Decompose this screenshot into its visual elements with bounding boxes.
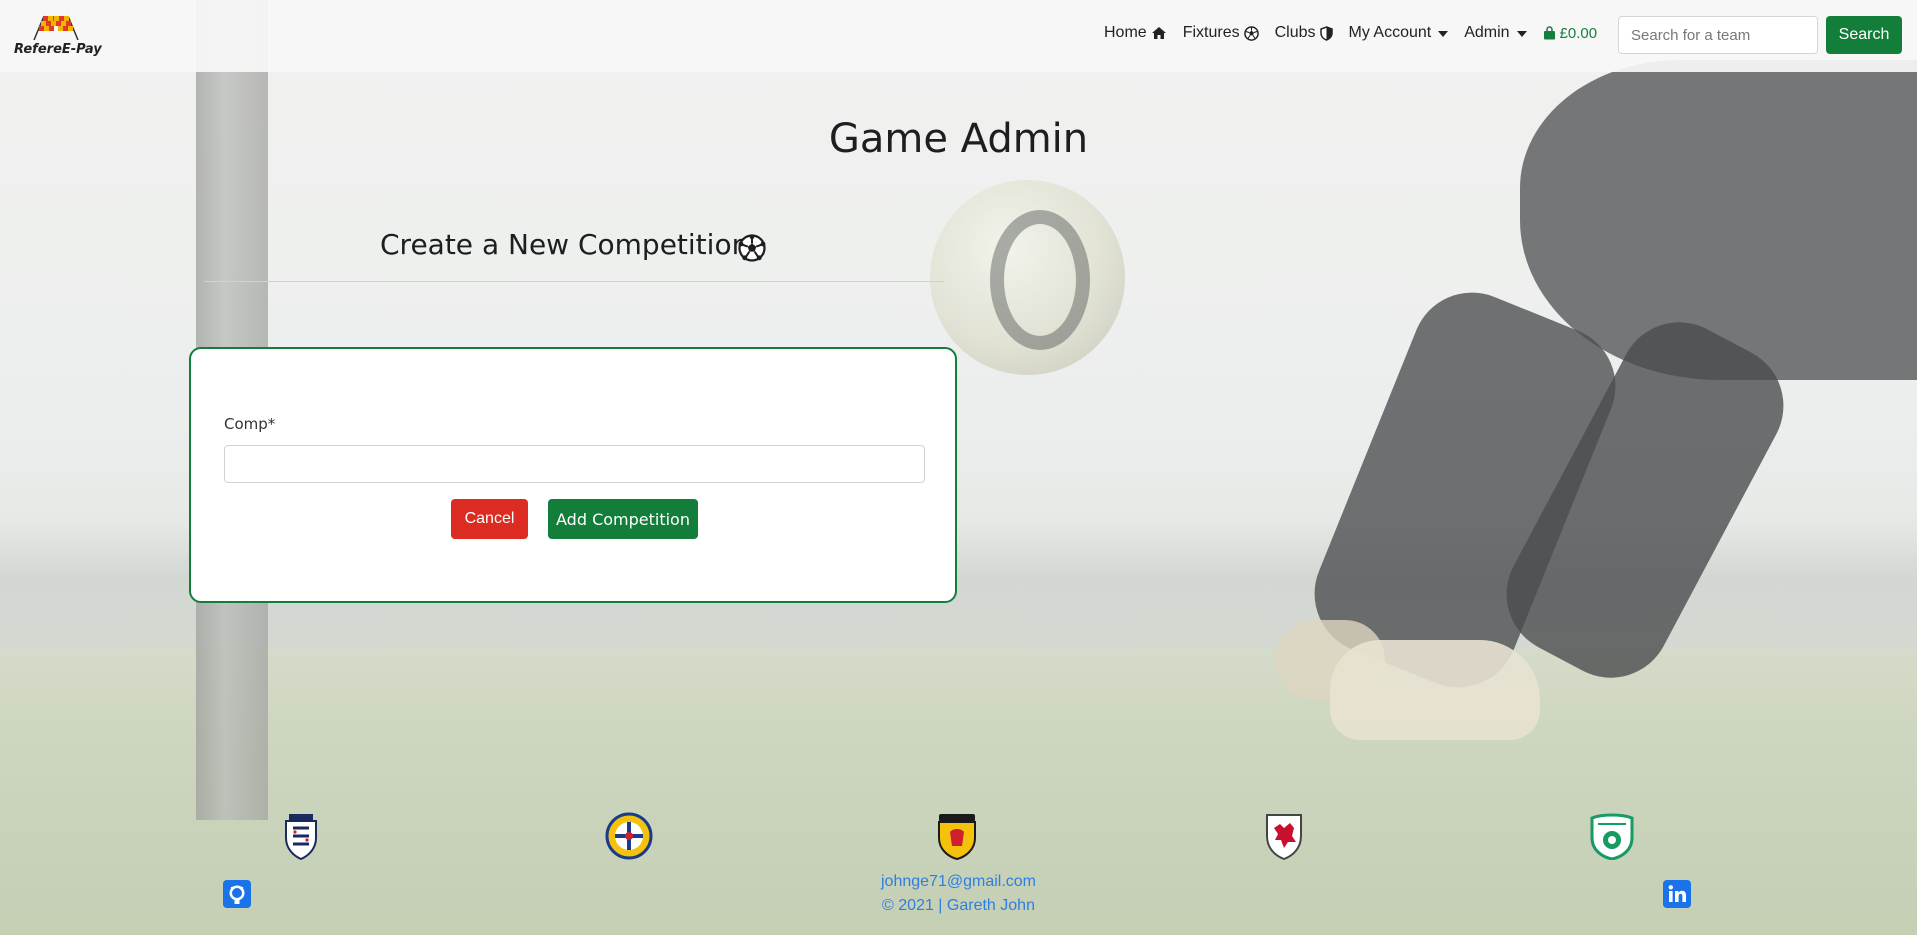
footer-copyright: © 2021 | Gareth John xyxy=(882,897,1035,914)
shopping-bag-link[interactable]: £0.00 xyxy=(1543,24,1598,42)
nav-fixtures-label: Fixtures xyxy=(1182,24,1240,41)
football-icon xyxy=(1243,25,1259,41)
nav-clubs-label: Clubs xyxy=(1274,24,1316,41)
brand-name: RefereE-Pay xyxy=(14,42,102,57)
comp-field-label: Comp* xyxy=(224,415,276,433)
footer-email-link[interactable]: johnge71@gmail.com xyxy=(0,873,1917,891)
wales-fa-crest[interactable] xyxy=(1264,812,1304,860)
home-icon xyxy=(1151,27,1166,39)
football-icon xyxy=(738,234,766,262)
chevron-down-icon xyxy=(1438,31,1449,37)
nav-admin-dropdown[interactable]: Admin xyxy=(1464,24,1527,42)
background-pitch xyxy=(0,650,1917,935)
shield-icon xyxy=(1319,25,1333,41)
section-title: Create a New Competition xyxy=(380,228,750,261)
chevron-down-icon xyxy=(1516,31,1527,37)
background-football-seam xyxy=(990,210,1090,350)
add-competition-button[interactable]: Add Competition xyxy=(548,499,698,539)
nav-my-account-dropdown[interactable]: My Account xyxy=(1349,24,1449,42)
england-fa-crest[interactable] xyxy=(281,812,321,860)
chequered-flags-icon xyxy=(33,15,79,40)
section-divider xyxy=(204,281,944,282)
navbar: RefereE-Pay Home Fixtures Clubs My Accou… xyxy=(0,0,1917,72)
team-search-input[interactable] xyxy=(1618,16,1818,54)
nav-home-label: Home xyxy=(1104,24,1147,41)
cancel-button[interactable]: Cancel xyxy=(451,499,528,539)
northern-ireland-fa-crest[interactable] xyxy=(605,812,653,860)
background-player-boot xyxy=(1330,640,1540,740)
comp-input[interactable] xyxy=(224,445,925,483)
nav-links: Home Fixtures Clubs My Account Admin £0.… xyxy=(1104,24,1597,42)
page-title: Game Admin xyxy=(828,116,1089,162)
competition-form-card: Comp* Cancel Add Competition xyxy=(189,347,957,603)
nav-clubs[interactable]: Clubs xyxy=(1275,24,1333,42)
nav-my-account-label: My Account xyxy=(1348,24,1432,41)
scotland-fa-crest[interactable] xyxy=(935,812,979,860)
brand-logo[interactable]: RefereE-Pay xyxy=(14,12,104,62)
shopping-bag-icon xyxy=(1543,26,1555,40)
nav-home[interactable]: Home xyxy=(1104,24,1167,42)
nav-admin-label: Admin xyxy=(1464,24,1510,41)
nav-fixtures[interactable]: Fixtures xyxy=(1183,24,1259,42)
ireland-fai-crest[interactable] xyxy=(1588,812,1636,860)
search-button[interactable]: Search xyxy=(1826,16,1902,54)
basket-total: £0.00 xyxy=(1559,24,1598,42)
